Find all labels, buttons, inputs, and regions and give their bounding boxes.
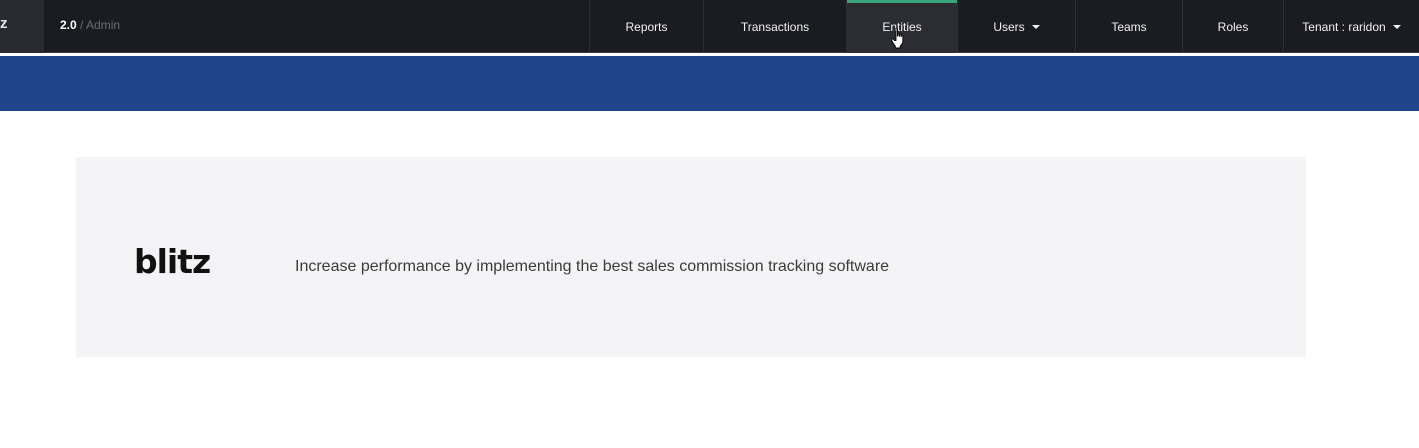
hero-tagline: Increase performance by implementing the…	[295, 258, 890, 275]
version-number: 2.0	[60, 18, 77, 32]
hero-banner: blitz Increase performance by implementi…	[76, 157, 1306, 357]
nav-teams[interactable]: Teams	[1075, 0, 1182, 53]
nav-reports-label: Reports	[625, 19, 668, 34]
nav-teams-label: Teams	[1111, 19, 1147, 34]
brand-mark: z	[0, 15, 8, 32]
nav-roles[interactable]: Roles	[1182, 0, 1283, 53]
nav-roles-label: Roles	[1217, 19, 1249, 34]
breadcrumb-section[interactable]: Admin	[86, 18, 120, 32]
nav-transactions-label: Transactions	[740, 19, 810, 34]
version-breadcrumb: 2.0 / Admin	[60, 18, 120, 32]
blitz-logo: blitz	[134, 242, 211, 281]
nav-users-label: Users	[993, 19, 1025, 34]
hand-pointer-cursor-icon	[891, 27, 904, 49]
nav-tenant-label: Tenant : raridon	[1302, 19, 1386, 34]
brand-logo[interactable]: z	[0, 0, 44, 53]
breadcrumb-separator: /	[76, 18, 87, 32]
nav-tenant-dropdown[interactable]: Tenant : raridon	[1283, 0, 1419, 53]
nav-users-dropdown[interactable]: Users	[957, 0, 1075, 53]
nav-transactions[interactable]: Transactions	[703, 0, 846, 53]
page-header-band	[0, 56, 1419, 111]
main-nav: Reports Transactions Entities Users Team…	[589, 0, 1419, 53]
caret-down-icon	[1031, 25, 1040, 29]
top-navbar: z 2.0 / Admin Reports Transactions Entit…	[0, 0, 1419, 53]
nav-reports[interactable]: Reports	[589, 0, 703, 53]
caret-down-icon	[1392, 25, 1401, 29]
